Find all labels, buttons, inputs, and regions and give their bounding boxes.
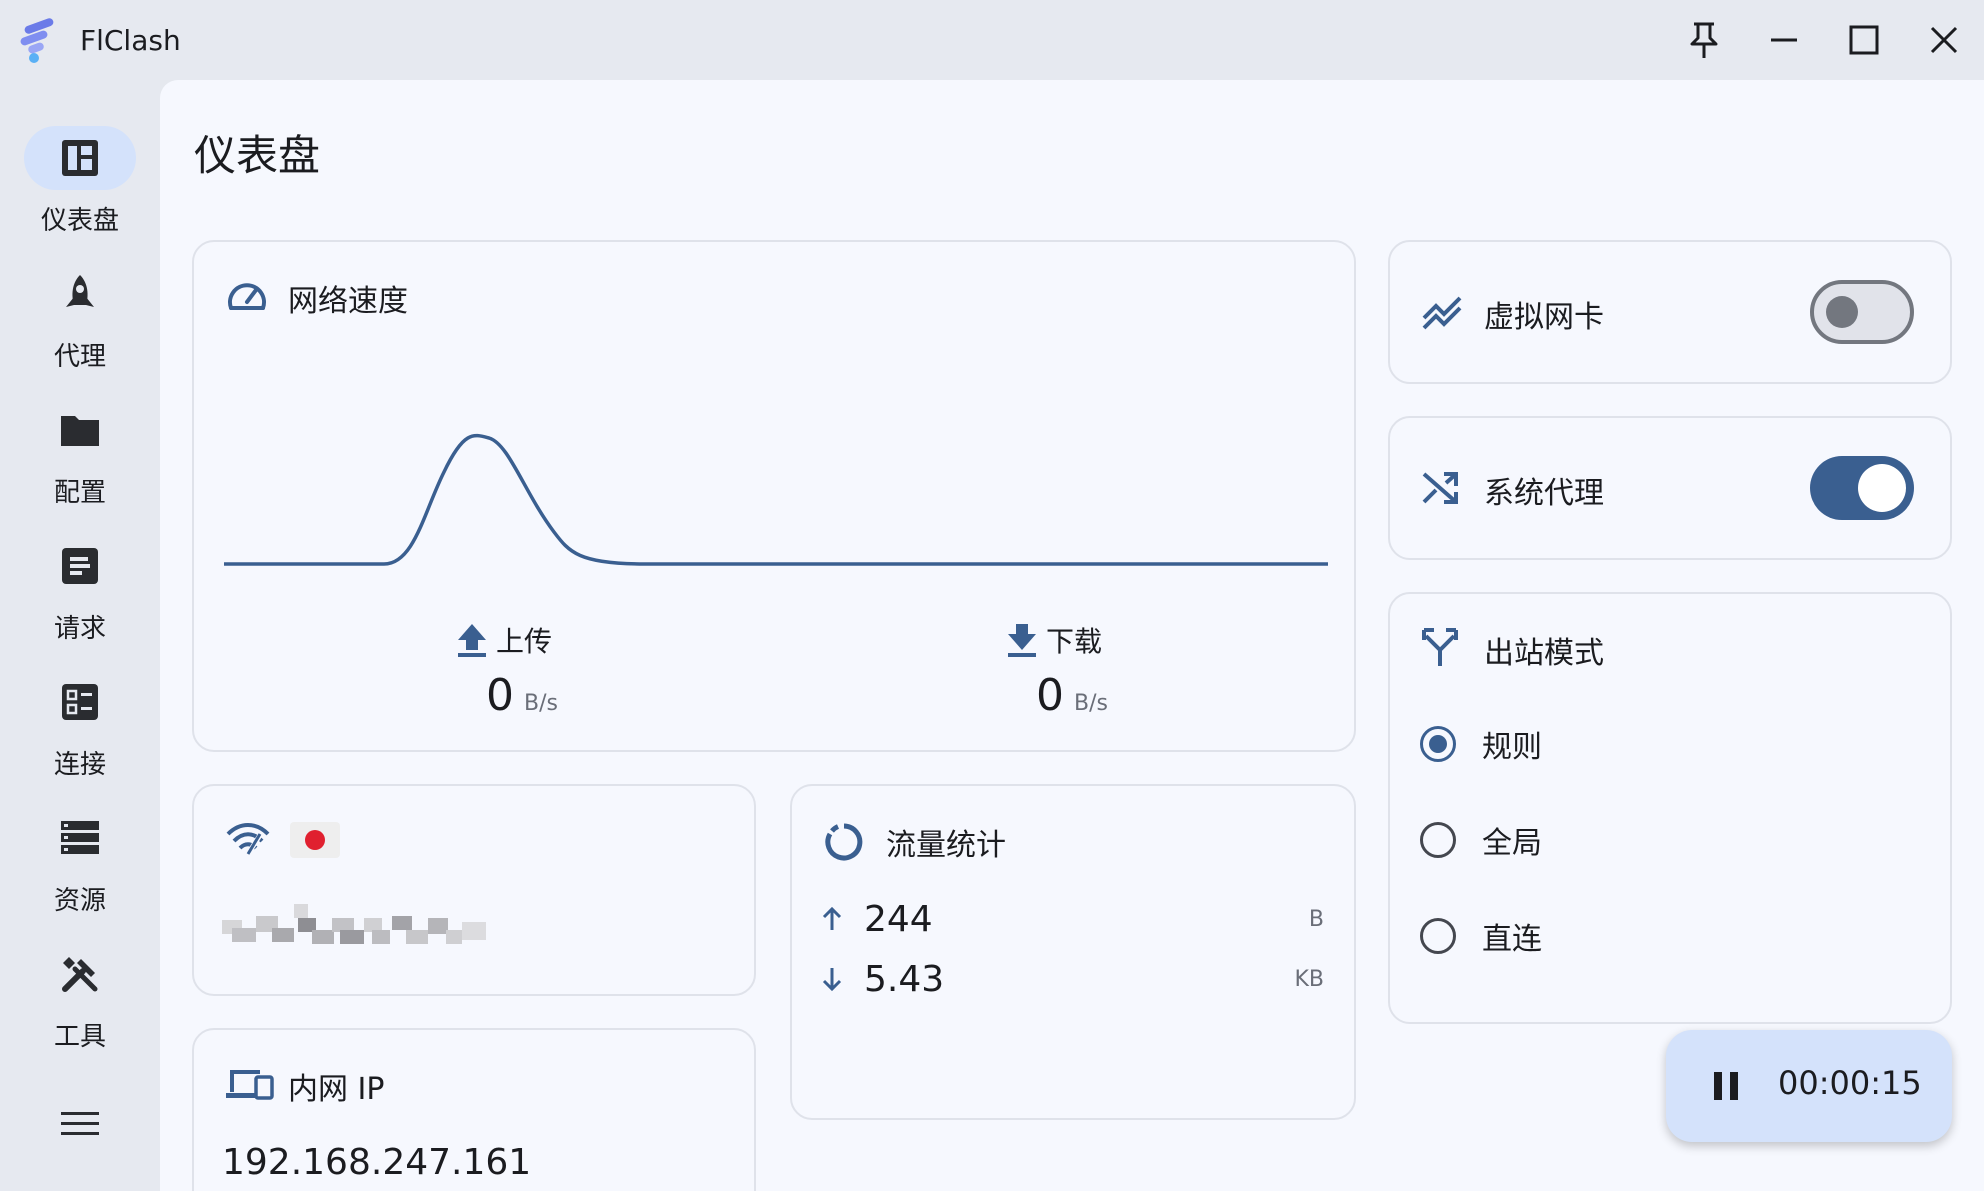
- upload-unit: B/s: [524, 691, 558, 716]
- sidebar-nav: 仪表盘 代理 配置 请求 连接 资源 工具: [0, 80, 160, 1191]
- japan-flag-icon: [290, 822, 340, 858]
- speed-chart: [224, 433, 1328, 566]
- minimize-icon: [1771, 38, 1797, 42]
- lan-ip-value: 192.168.247.161: [222, 1142, 532, 1183]
- traffic-stats-card: 流量统计 244 B 5.43 KB: [790, 784, 1356, 1120]
- download-stat: 下载 0 B/s: [1006, 620, 1306, 721]
- network-speed-card: 网络速度 上传 0 B/s 下载 0 B/s: [192, 240, 1356, 752]
- title-bar: FlClash: [0, 0, 1984, 80]
- outbound-mode-title: 出站模式: [1484, 636, 1604, 671]
- radio-button[interactable]: [1420, 726, 1456, 762]
- app-title: FlClash: [80, 24, 181, 57]
- tools-icon: [62, 957, 98, 992]
- pin-button[interactable]: [1682, 18, 1726, 62]
- maximize-button[interactable]: [1842, 18, 1886, 62]
- nav-item-label: 工具: [53, 1022, 106, 1052]
- nav-item-label: 配置: [53, 478, 106, 508]
- nav-item-requests[interactable]: 请求: [0, 534, 160, 654]
- traffic-download-value: 5.43: [864, 958, 945, 1000]
- close-button[interactable]: [1922, 18, 1966, 62]
- virtual-nic-toggle[interactable]: [1810, 280, 1914, 344]
- traffic-upload-unit: B: [1308, 906, 1324, 932]
- elapsed-time: 00:00:15: [1778, 1064, 1922, 1102]
- upload-icon: [458, 624, 486, 657]
- traffic-download-row: 5.43 KB: [822, 954, 1324, 1004]
- virtual-nic-title: 虚拟网卡: [1484, 300, 1604, 335]
- download-label: 下载: [1046, 625, 1103, 658]
- redacted-ip-address: [222, 904, 486, 944]
- mode-option-global[interactable]: 全局: [1420, 816, 1542, 864]
- devices-icon: [226, 1070, 274, 1100]
- mode-option-label: 全局: [1482, 826, 1542, 861]
- pause-icon: [1706, 1066, 1746, 1106]
- wifi-signal-icon: [226, 823, 270, 856]
- connection-timer-button[interactable]: 00:00:15: [1666, 1030, 1952, 1142]
- pin-icon: [1690, 22, 1718, 58]
- virtual-nic-card: 虚拟网卡: [1388, 240, 1952, 384]
- upload-label: 上传: [496, 625, 553, 658]
- mode-option-rule[interactable]: 规则: [1420, 720, 1542, 768]
- upload-value: 0: [486, 670, 514, 721]
- dashboard-icon: [62, 140, 98, 176]
- download-unit: B/s: [1074, 691, 1108, 716]
- lan-ip-card: 内网 IP 192.168.247.161: [192, 1028, 756, 1191]
- nav-item-label: 仪表盘: [40, 206, 119, 236]
- outbound-mode-card: 出站模式 规则 全局 直连: [1388, 592, 1952, 1024]
- donut-chart-icon: [825, 823, 863, 861]
- radio-button[interactable]: [1420, 918, 1456, 954]
- download-icon: [1008, 624, 1036, 657]
- rocket-icon: [66, 275, 94, 307]
- system-proxy-toggle[interactable]: [1810, 456, 1914, 520]
- lan-ip-title: 内网 IP: [288, 1072, 385, 1107]
- storage-icon: [61, 821, 99, 854]
- close-icon: [1930, 26, 1958, 54]
- nav-item-label: 代理: [53, 342, 106, 372]
- menu-button[interactable]: [56, 1100, 104, 1148]
- traffic-download-unit: KB: [1294, 966, 1324, 992]
- folder-icon: [61, 416, 99, 446]
- system-proxy-card: 系统代理: [1388, 416, 1952, 560]
- download-value: 0: [1036, 670, 1064, 721]
- nav-item-resources[interactable]: 资源: [0, 806, 160, 926]
- fork-route-icon: [1422, 628, 1458, 666]
- connection-icon: [62, 684, 98, 720]
- mode-option-label: 直连: [1482, 922, 1542, 957]
- arrow-down-icon: [822, 968, 842, 992]
- nav-item-proxy[interactable]: 代理: [0, 262, 160, 382]
- radio-button[interactable]: [1420, 822, 1456, 858]
- mode-option-direct[interactable]: 直连: [1420, 912, 1542, 960]
- traffic-upload-value: 244: [864, 898, 933, 940]
- main-content: 仪表盘 网络速度 上传 0 B/s 下载 0 B/s 虚拟网卡 系统代理 出站模…: [160, 80, 1984, 1191]
- request-icon: [62, 548, 98, 584]
- minimize-button[interactable]: [1762, 18, 1806, 62]
- trending-icon: [1422, 296, 1462, 330]
- flclash-logo-icon: [20, 18, 54, 63]
- nav-item-label: 请求: [53, 614, 106, 644]
- shuffle-icon: [1422, 472, 1458, 504]
- nav-item-dashboard[interactable]: 仪表盘: [0, 126, 160, 246]
- nav-item-label: 连接: [53, 750, 106, 780]
- maximize-icon: [1849, 25, 1879, 55]
- network-speed-title: 网络速度: [288, 284, 408, 319]
- upload-stat: 上传 0 B/s: [456, 620, 756, 721]
- traffic-upload-row: 244 B: [822, 894, 1324, 944]
- nav-item-tools[interactable]: 工具: [0, 942, 160, 1062]
- speed-line: [224, 433, 1328, 566]
- network-info-card: [192, 784, 756, 996]
- speedometer-icon: [228, 283, 266, 310]
- menu-icon: [61, 1112, 99, 1135]
- arrow-up-icon: [822, 906, 842, 930]
- system-proxy-title: 系统代理: [1484, 476, 1604, 511]
- mode-option-label: 规则: [1482, 730, 1542, 765]
- page-title: 仪表盘: [194, 131, 321, 180]
- traffic-stats-title: 流量统计: [886, 828, 1006, 863]
- nav-item-profiles[interactable]: 配置: [0, 398, 160, 518]
- nav-item-label: 资源: [53, 886, 106, 916]
- nav-item-connections[interactable]: 连接: [0, 670, 160, 790]
